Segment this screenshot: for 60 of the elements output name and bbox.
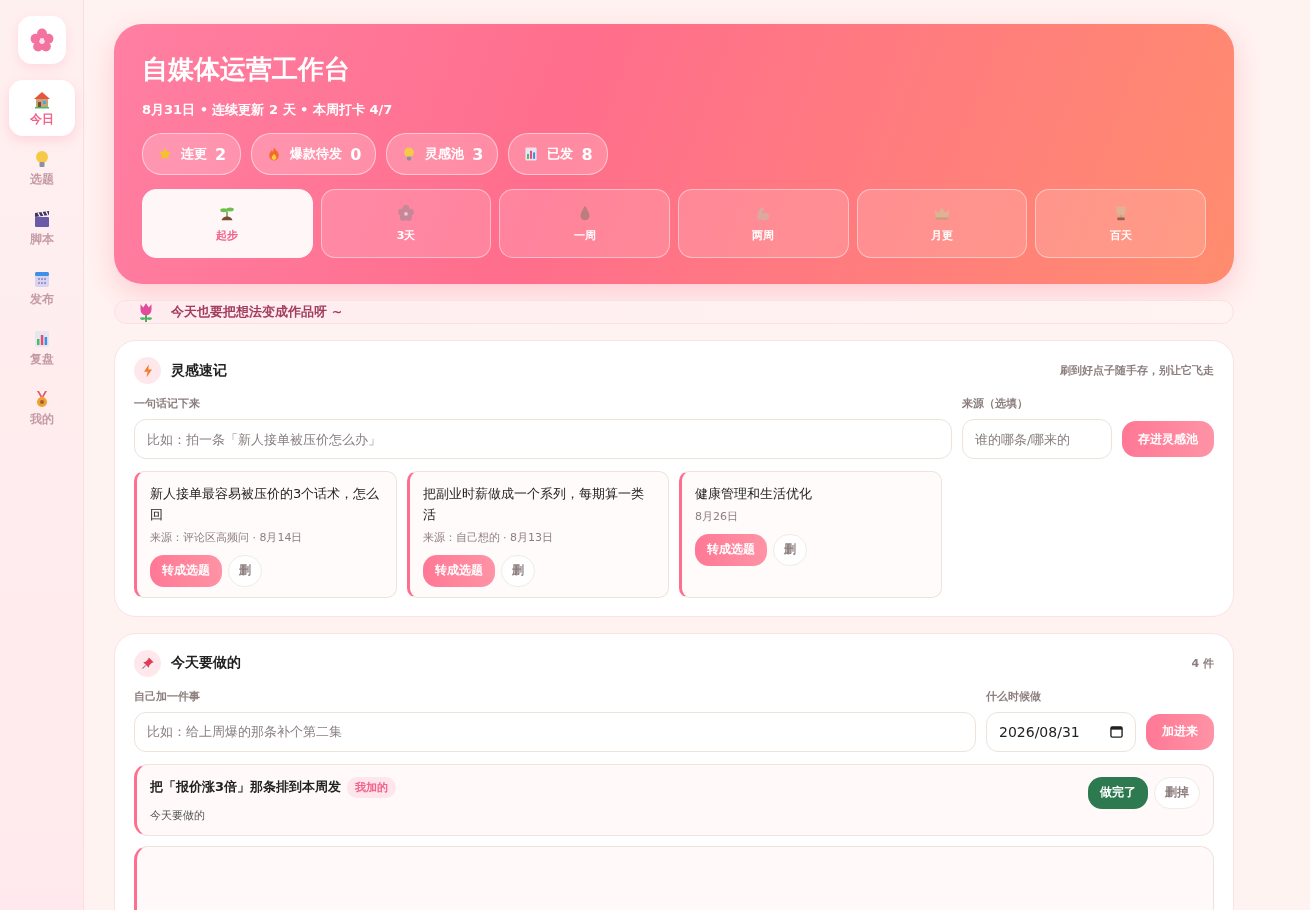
sprout-icon	[218, 204, 237, 222]
idea-title: 新人接单最容易被压价的3个话术，怎么回	[150, 485, 381, 524]
task-count: 4 件	[1191, 655, 1214, 671]
status-summary: 8月31日 • 连续更新 2 天 • 本周打卡 4/7	[142, 101, 394, 119]
sidebar-item[interactable]: 选题	[8, 140, 75, 196]
task-note: 今天要做的	[150, 807, 206, 823]
field-label: 来源（选填）	[962, 396, 1029, 411]
stat-label: 灵感池	[425, 145, 465, 163]
milestone-tab[interactable]: 一周	[499, 189, 670, 258]
field-label: 一句话记下来	[134, 396, 201, 411]
sidebar-item[interactable]: 发布	[8, 260, 75, 316]
done-button[interactable]: 做完了	[1088, 776, 1148, 809]
milestone-tab[interactable]: 月更	[856, 189, 1028, 258]
task-input[interactable]: 比如：给上周爆的那条补个第二集	[134, 711, 976, 752]
field-label: 什么时候做	[986, 688, 1042, 704]
sidebar-item[interactable]: 我的	[8, 380, 75, 436]
stat-value: 8	[581, 144, 593, 164]
milestone-tab[interactable]: 起步	[142, 189, 313, 258]
stat-label: 爆款待发	[290, 145, 343, 163]
flower-icon	[397, 204, 415, 222]
stat-label: 连更	[181, 145, 207, 163]
flower-icon	[28, 27, 55, 53]
delete-button[interactable]: 删	[773, 533, 807, 566]
sidebar-item[interactable]: 复盘	[8, 320, 75, 376]
star-icon	[157, 146, 173, 162]
milestone-tab[interactable]: 百天	[1035, 189, 1206, 258]
convert-button[interactable]: 转成选题	[695, 533, 767, 566]
date-input[interactable]: 2026/08/31	[986, 711, 1136, 752]
idea-title: 把副业时薪做成一个系列，每期算一类活	[422, 485, 645, 524]
task-tag: 我加的	[347, 776, 397, 798]
stat-value: 2	[215, 144, 227, 164]
save-button[interactable]: 存进灵感池	[1122, 421, 1214, 457]
stat-value: 0	[350, 144, 362, 164]
sidebar-item[interactable]: 今日	[8, 80, 75, 136]
calendar-icon	[1110, 725, 1123, 739]
delete-button[interactable]: 删掉	[1154, 776, 1200, 809]
source-input[interactable]: 谁的哪条/哪来的	[962, 419, 1112, 459]
idea-meta: 8月26日	[695, 508, 739, 524]
section-hint: 刷到好点子随手存，别让它飞走	[1060, 363, 1214, 378]
convert-button[interactable]: 转成选题	[150, 554, 222, 587]
milestone-tab[interactable]: 两周	[678, 189, 849, 258]
task-title: 把「报价涨3倍」那条排到本周发	[150, 778, 342, 797]
delete-button[interactable]: 删	[228, 554, 262, 587]
stat-label: 已发	[547, 145, 574, 163]
milestone-tab[interactable]: 3天	[320, 189, 492, 258]
section-title: 灵感速记	[171, 361, 228, 380]
section-title: 今天要做的	[171, 654, 242, 673]
tip-text: 今天也要把想法变成作品呀 ~	[171, 303, 343, 321]
idea-input[interactable]: 比如：拍一条「新人接单被压价怎么办」	[134, 419, 952, 459]
idea-meta: 来源：自己想的 · 8月13日	[422, 529, 554, 545]
add-button[interactable]: 加进来	[1146, 713, 1214, 750]
page-title: 自媒体运营工作台	[142, 53, 351, 86]
bar-chart-icon	[523, 146, 540, 162]
stat-value: 3	[472, 144, 484, 164]
convert-button[interactable]: 转成选题	[422, 554, 495, 587]
field-label: 自己加一件事	[134, 688, 201, 704]
delete-button[interactable]: 删	[500, 554, 535, 587]
idea-meta: 来源：评论区高频问 · 8月14日	[150, 529, 304, 545]
idea-title: 健康管理和生活优化	[695, 485, 813, 503]
sidebar-item[interactable]: 脚本	[8, 200, 75, 256]
